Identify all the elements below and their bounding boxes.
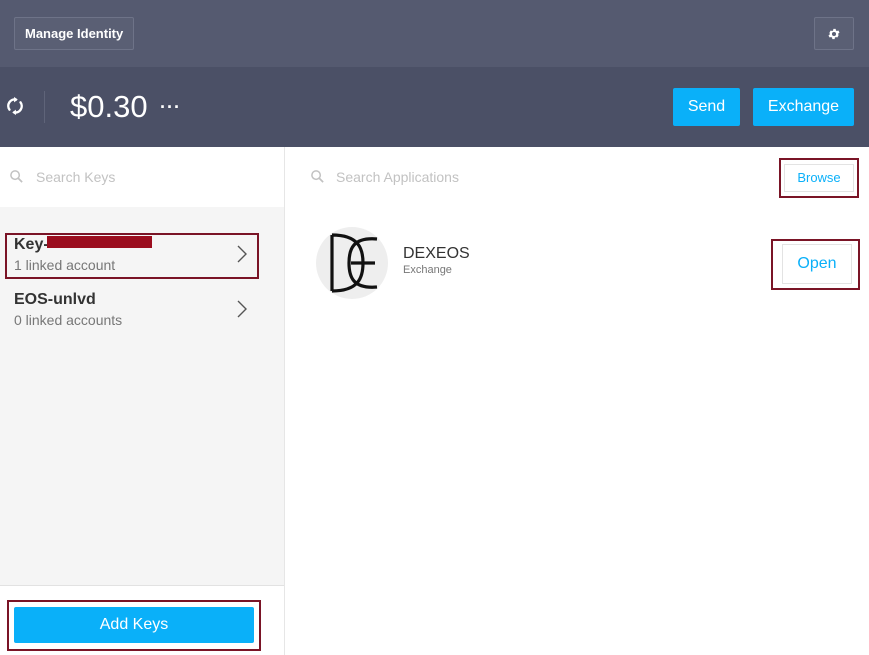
divider — [44, 91, 45, 123]
keys-footer: Add Keys — [0, 585, 284, 655]
key-item[interactable]: Key- 1 linked account — [0, 232, 284, 282]
exchange-button[interactable]: Exchange — [753, 88, 854, 126]
dexeos-logo — [316, 227, 388, 299]
chevron-right-icon — [237, 245, 247, 263]
gear-icon — [828, 28, 840, 39]
open-app-button[interactable]: Open — [782, 244, 852, 284]
balance-bar: $0.30 ··· Send Exchange — [0, 67, 869, 147]
key-name: EOS-unlvd — [14, 291, 96, 308]
key-item[interactable]: EOS-unlvd 0 linked accounts — [0, 287, 284, 337]
refresh-icon[interactable] — [4, 95, 26, 117]
search-icon — [10, 170, 23, 183]
chevron-right-icon — [237, 300, 247, 318]
manage-identity-button[interactable]: Manage Identity — [14, 17, 135, 50]
applications-panel: Browse DEXEOS Exchange Open — [285, 147, 869, 655]
key-linked-accounts: 1 linked account — [14, 257, 116, 273]
dexeos-logo-icon — [330, 233, 378, 293]
search-keys-input[interactable] — [34, 166, 274, 188]
keys-panel: Key- 1 linked account EOS-unlvd 0 linked… — [0, 147, 285, 655]
browse-button[interactable]: Browse — [784, 164, 854, 192]
keys-search-bar — [0, 147, 284, 207]
top-bar: Manage Identity — [0, 0, 869, 67]
search-applications-input[interactable] — [334, 166, 754, 188]
add-keys-button[interactable]: Add Keys — [14, 607, 254, 643]
key-linked-accounts: 0 linked accounts — [14, 312, 123, 328]
app-name: DEXEOS — [403, 245, 470, 262]
redaction-mark — [47, 236, 152, 248]
balance-amount: $0.30 — [70, 89, 148, 124]
app-type: Exchange — [403, 264, 452, 276]
settings-button[interactable] — [814, 17, 854, 50]
more-icon[interactable]: ··· — [160, 97, 181, 118]
search-icon — [311, 170, 324, 183]
send-button[interactable]: Send — [673, 88, 740, 126]
key-name: Key- — [14, 236, 49, 253]
